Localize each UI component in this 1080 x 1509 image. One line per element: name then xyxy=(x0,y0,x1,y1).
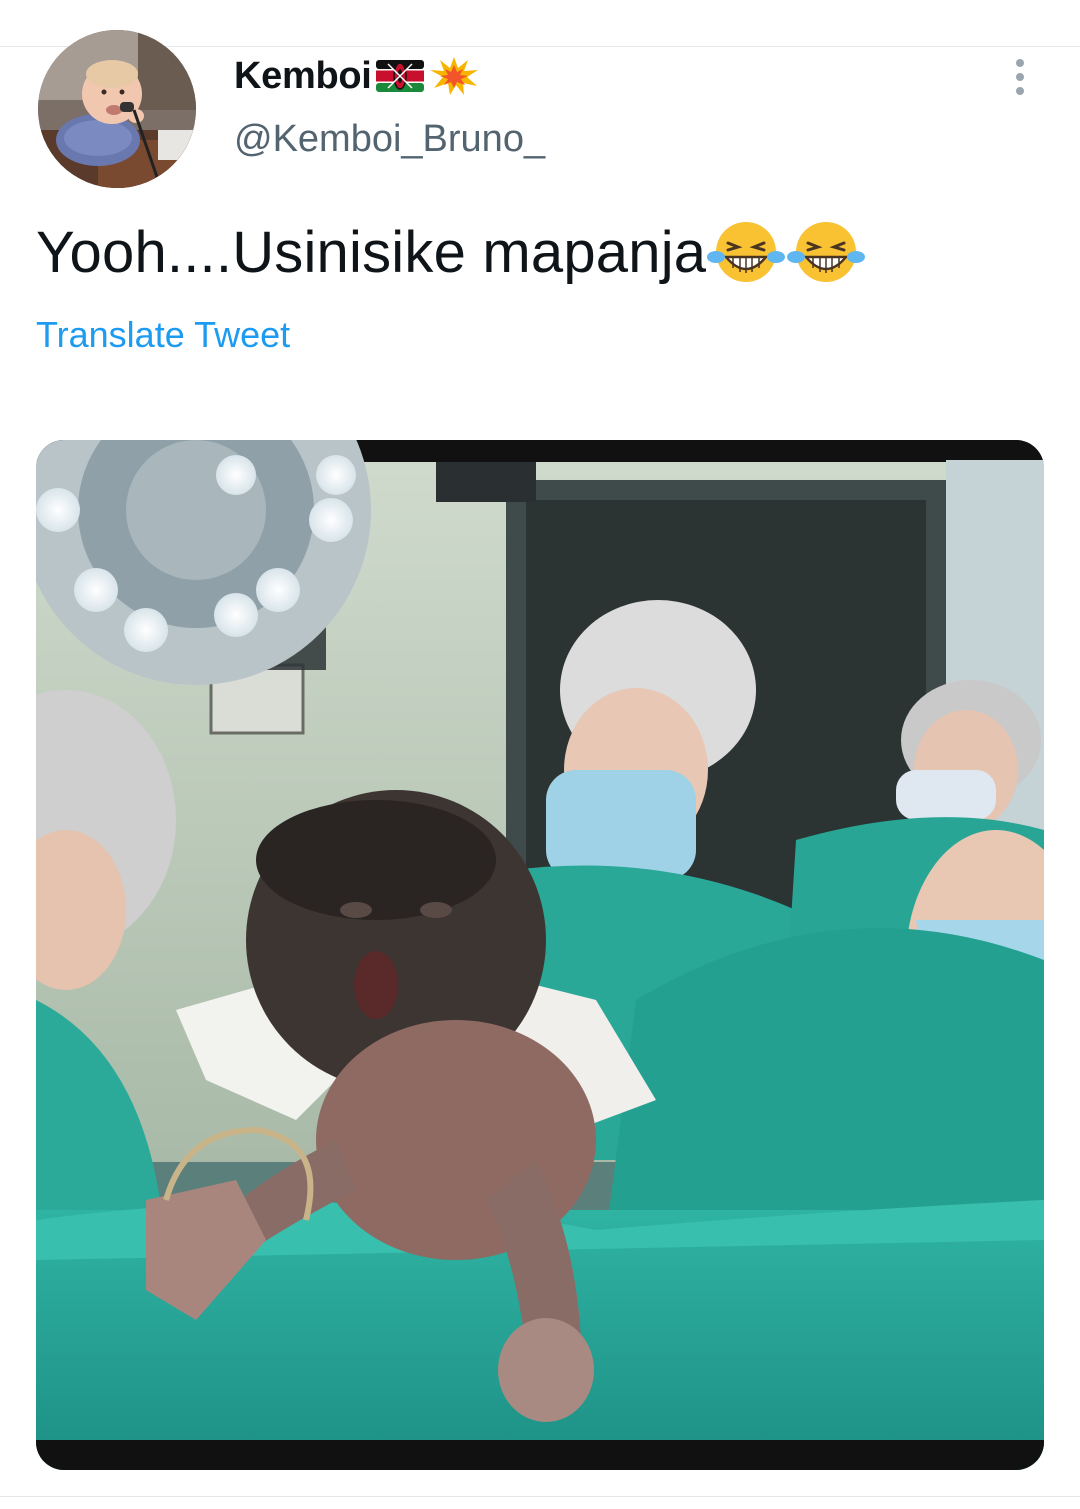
more-dot-icon xyxy=(1016,73,1024,81)
tweet-view: Kemboi @Kemboi_Bruno_ Yooh....Usinisike … xyxy=(0,0,1080,1509)
grinning-squinting-face-with-tears-icon xyxy=(706,217,786,287)
display-name[interactable]: Kemboi xyxy=(234,55,372,98)
more-dot-icon xyxy=(1016,59,1024,67)
collision-icon xyxy=(428,56,480,96)
translate-tweet-link[interactable]: Translate Tweet xyxy=(36,314,290,356)
kenya-flag-icon xyxy=(374,56,426,96)
user-handle[interactable]: @Kemboi_Bruno_ xyxy=(234,118,545,161)
tweet-media-photo[interactable] xyxy=(36,440,1044,1470)
tweet-text-row: Yooh....Usinisike mapanja xyxy=(36,214,866,290)
grinning-squinting-face-with-tears-icon xyxy=(786,217,866,287)
more-options-button[interactable] xyxy=(1000,52,1040,102)
avatar[interactable] xyxy=(38,30,196,188)
display-name-row[interactable]: Kemboi xyxy=(234,54,480,98)
more-dot-icon xyxy=(1016,87,1024,95)
bottom-divider xyxy=(0,1496,1080,1497)
tweet-text: Yooh....Usinisike mapanja xyxy=(36,219,707,285)
